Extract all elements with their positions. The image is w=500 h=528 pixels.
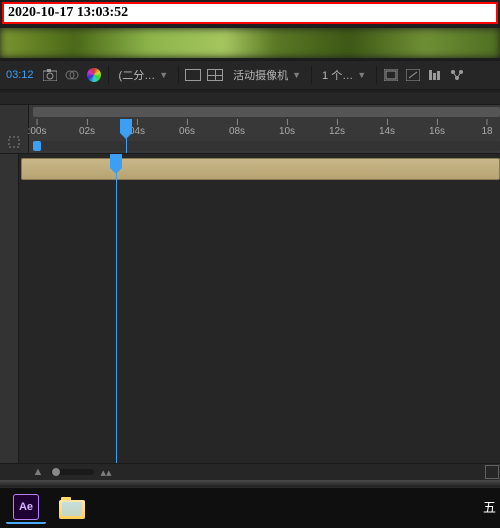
channel-icon[interactable] [64,67,80,83]
ruler-ticks: :00s02s04s06s08s10s12s14s16s18 [33,119,500,139]
ruler-tick: 06s [179,119,195,137]
separator [108,66,109,84]
windows-taskbar: Ae [0,487,500,528]
work-area-start-handle[interactable] [33,141,41,151]
ruler-tick: 18 [481,119,492,137]
comp-end-marker[interactable] [484,467,500,477]
layer-bar-row[interactable] [21,158,500,180]
ae-app-icon: Ae [13,494,39,520]
timeline-footer: ▲ ▴▴ [0,463,500,480]
playhead-handle[interactable] [110,154,122,168]
timeline-gutter[interactable] [0,105,29,153]
playhead-handle[interactable] [120,119,132,133]
separator [311,66,312,84]
zoom-to-fit-icon[interactable]: ▴▴ [98,467,114,477]
playhead[interactable] [116,154,117,463]
fast-preview-icon[interactable] [427,67,443,83]
separator [376,66,377,84]
snapshot-icon[interactable] [42,67,58,83]
taskbar-app-after-effects[interactable]: Ae [6,492,46,524]
pixel-aspect-icon[interactable] [405,67,421,83]
viewer-toolbar: 03:12 (二分… ▼ 活动摄像机 ▼ 1 个… ▼ [0,60,500,90]
timeline-panel: :00s02s04s06s08s10s12s14s16s18 ▲ ▴▴ [0,92,500,480]
camera-view-dropdown[interactable]: 活动摄像机 ▼ [229,65,305,85]
chevron-down-icon: ▼ [357,70,366,80]
transparency-grid-icon[interactable] [207,67,223,83]
zoom-slider[interactable] [50,469,94,475]
color-management-icon[interactable] [86,67,102,83]
chevron-down-icon: ▼ [292,70,301,80]
resolution-dropdown[interactable]: (二分… ▼ [115,65,173,85]
playhead-ruler[interactable] [126,119,127,153]
resolution-label: (二分… [119,67,156,83]
timeline-tracks-area [0,154,500,463]
camera-view-label: 活动摄像机 [233,67,288,83]
timeline-ruler[interactable]: :00s02s04s06s08s10s12s14s16s18 [29,105,500,153]
region-of-interest-icon[interactable] [185,67,201,83]
ruler-tick: 08s [229,119,245,137]
taskbar-app-file-explorer[interactable] [52,493,92,523]
timeline-left-gutter [0,154,19,463]
time-navigator-bar[interactable] [33,107,500,117]
folder-icon [59,497,85,519]
timeline-ruler-row: :00s02s04s06s08s10s12s14s16s18 [0,105,500,154]
ruler-tick: 10s [279,119,295,137]
views-count-dropdown[interactable]: 1 个… ▼ [318,65,370,85]
ruler-tick: 14s [379,119,395,137]
timeline-content[interactable] [19,154,500,463]
chevron-down-icon: ▼ [159,70,168,80]
timeline-icon[interactable] [449,67,465,83]
ime-indicator[interactable]: 五 [483,497,496,516]
views-count-label: 1 个… [322,67,353,83]
toggle-switches-icon[interactable]: ▲ [30,467,46,477]
current-time-display[interactable]: 03:12 [4,69,36,81]
work-area-bar[interactable] [33,141,500,151]
timestamp-text: 2020-10-17 13:03:52 [8,5,128,20]
zoom-knob[interactable] [52,468,60,476]
view-layout-icon[interactable] [383,67,399,83]
timeline-header [0,92,500,105]
separator [178,66,179,84]
preview-content [0,28,500,58]
ruler-tick: :00s [28,119,47,137]
timestamp-overlay: 2020-10-17 13:03:52 [2,2,498,24]
ruler-tick: 02s [79,119,95,137]
ruler-tick: 16s [429,119,445,137]
ruler-tick: 12s [329,119,345,137]
composition-preview [0,28,500,58]
layer-duration-bar[interactable] [21,158,500,180]
